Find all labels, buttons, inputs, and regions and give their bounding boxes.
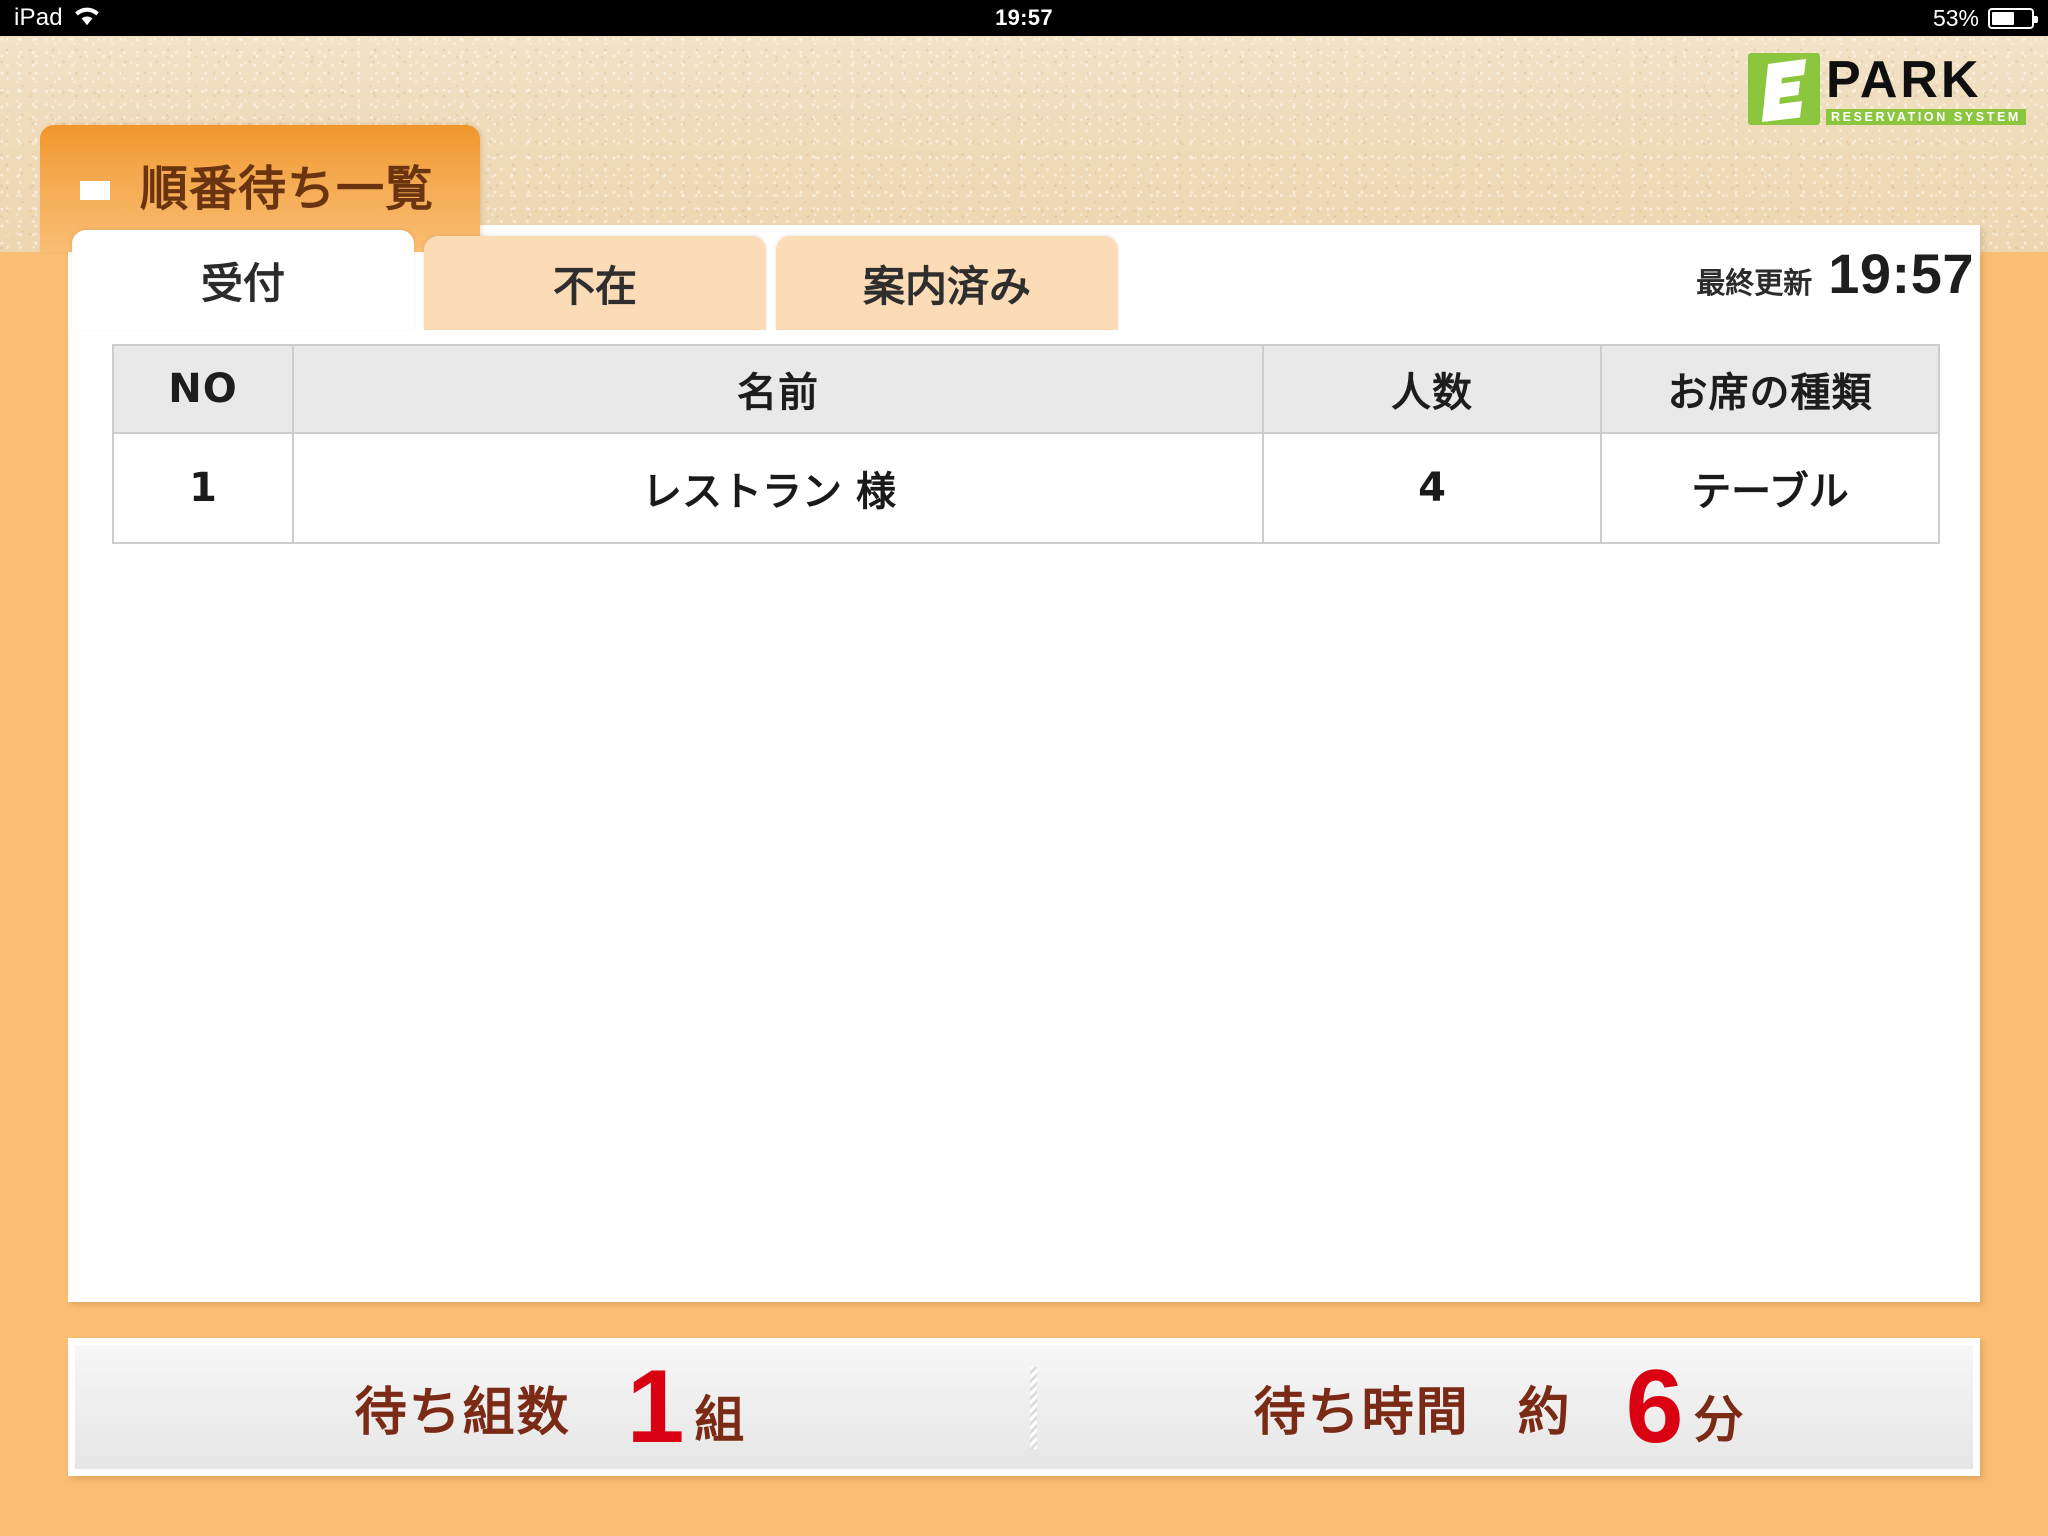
summary-waiting-groups: 待ち組数 1 組 bbox=[75, 1345, 1024, 1469]
cell-no: 1 bbox=[112, 432, 294, 544]
summary-groups-inner: 待ち組数 1 組 bbox=[355, 1355, 745, 1459]
column-header-no: NO bbox=[112, 344, 294, 434]
waiting-groups-unit: 組 bbox=[694, 1391, 745, 1449]
dash-marker-icon bbox=[80, 181, 110, 200]
column-header-name: 名前 bbox=[292, 344, 1264, 434]
tab-fuzai[interactable]: 不在 bbox=[424, 236, 766, 330]
queue-status-tabs: 受付 不在 案内済み bbox=[72, 230, 1118, 330]
summary-wait-time: 待ち時間 約 6 分 bbox=[1024, 1345, 1973, 1469]
status-bar-right: 53% bbox=[1932, 0, 2038, 36]
wait-time-unit: 分 bbox=[1693, 1391, 1744, 1449]
waiting-groups-value: 1 bbox=[626, 1349, 685, 1465]
epark-tagline: RESERVATION SYSTEM bbox=[1826, 109, 2026, 125]
battery-fill bbox=[1992, 11, 2015, 25]
cell-name: レストラン 様 bbox=[292, 432, 1264, 544]
cell-seat: テーブル bbox=[1600, 432, 1940, 544]
ios-status-bar: iPad 19:57 53% bbox=[0, 0, 2048, 36]
last-update: 最終更新 19:57 bbox=[1696, 246, 1974, 302]
epark-logo-text: PARK RESERVATION SYSTEM bbox=[1820, 53, 2026, 125]
battery-icon bbox=[1988, 7, 2038, 29]
last-update-label: 最終更新 bbox=[1696, 266, 1813, 300]
epark-logo: PARK RESERVATION SYSTEM bbox=[1748, 53, 2026, 125]
queue-table-body: 1 レストラン 様 4 テーブル bbox=[112, 432, 1940, 544]
ipad-screen: iPad 19:57 53% PARK RESERVATION SYSTEM 順… bbox=[0, 0, 2048, 1536]
tab-uketsuke[interactable]: 受付 bbox=[72, 230, 414, 330]
status-bar-clock: 19:57 bbox=[995, 5, 1053, 30]
table-row[interactable]: 1 レストラン 様 4 テーブル bbox=[112, 432, 1940, 544]
page-title: 順番待ち一覧 bbox=[140, 160, 435, 217]
queue-table: NO 名前 人数 お席の種類 1 レストラン 様 4 テーブル bbox=[112, 344, 1940, 544]
wait-time-approx: 約 bbox=[1517, 1382, 1570, 1443]
tab-annaizumi[interactable]: 案内済み bbox=[776, 236, 1118, 330]
summary-divider bbox=[1030, 1367, 1037, 1449]
column-header-count: 人数 bbox=[1262, 344, 1602, 434]
queue-table-head: NO 名前 人数 お席の種類 bbox=[112, 344, 1940, 434]
epark-logo-mark bbox=[1748, 53, 1820, 125]
last-update-time: 19:57 bbox=[1828, 242, 1974, 305]
summary-bar: 待ち組数 1 組 待ち時間 約 6 分 bbox=[68, 1338, 1980, 1476]
battery-percent-label: 53% bbox=[1932, 4, 1979, 31]
waiting-groups-label: 待ち組数 bbox=[354, 1382, 571, 1443]
cell-count: 4 bbox=[1262, 432, 1602, 544]
column-header-seat: お席の種類 bbox=[1600, 344, 1940, 434]
wait-time-label: 待ち時間 bbox=[1253, 1382, 1470, 1443]
table-header-row: NO 名前 人数 お席の種類 bbox=[112, 344, 1940, 434]
summary-wait-inner: 待ち時間 約 6 分 bbox=[1254, 1355, 1744, 1459]
epark-wordmark: PARK bbox=[1826, 51, 1982, 109]
wait-time-value: 6 bbox=[1625, 1349, 1684, 1465]
